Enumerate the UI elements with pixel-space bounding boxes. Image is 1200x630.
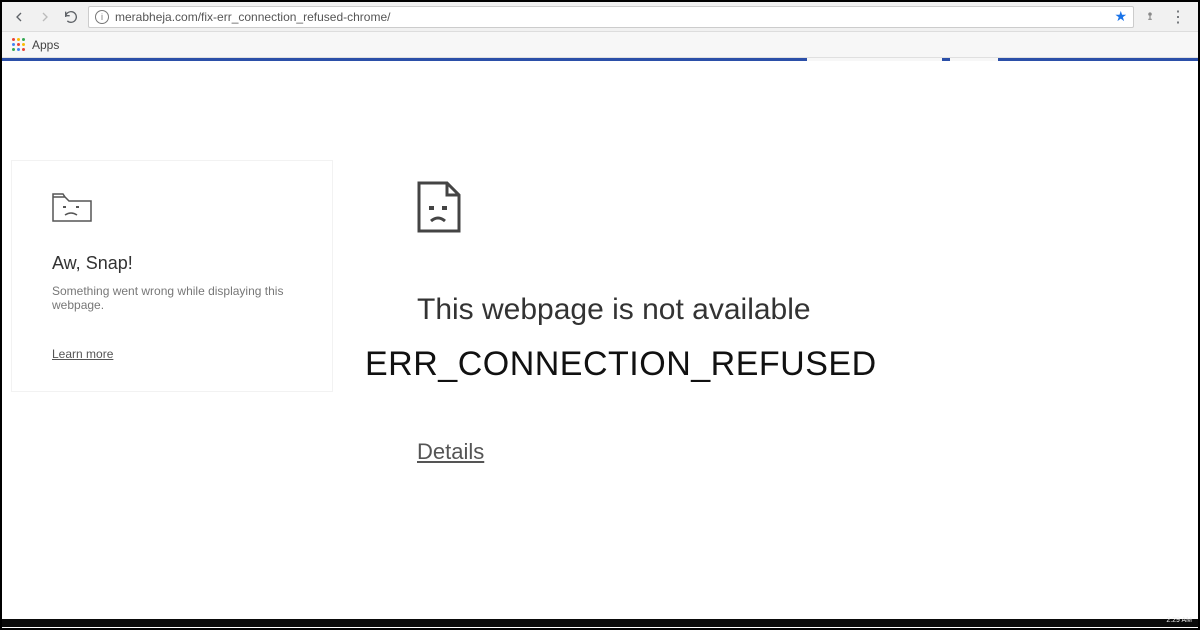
forward-button[interactable] [36,8,54,26]
apps-icon[interactable] [12,38,26,52]
error-heading: This webpage is not available [417,293,1117,327]
main-error-panel: This webpage is not available ERR_CONNEC… [417,181,1117,465]
aw-snap-title: Aw, Snap! [52,253,292,274]
error-code: ERR_CONNECTION_REFUSED [365,345,1117,384]
windows-taskbar[interactable]: 2:29 AM [2,619,1198,627]
browser-toolbar: i merabheja.com/fix-err_connection_refus… [2,2,1198,32]
address-bar[interactable]: i merabheja.com/fix-err_connection_refus… [88,6,1134,28]
extension-icon[interactable] [1142,9,1158,25]
aw-snap-card: Aw, Snap! Something went wrong while dis… [12,161,332,391]
url-text: merabheja.com/fix-err_connection_refused… [115,10,1108,24]
page-content: Aw, Snap! Something went wrong while dis… [2,61,1198,627]
learn-more-link[interactable]: Learn more [52,347,292,361]
aw-snap-subtitle: Something went wrong while displaying th… [52,284,292,312]
chrome-menu-icon[interactable]: ⋮ [1166,7,1190,27]
reload-button[interactable] [62,8,80,26]
back-button[interactable] [10,8,28,26]
apps-label[interactable]: Apps [32,38,59,52]
sad-folder-icon [52,191,92,223]
site-info-icon[interactable]: i [95,10,109,24]
details-link[interactable]: Details [417,439,1117,465]
sad-document-icon [417,181,461,233]
taskbar-clock: 2:29 AM [1166,617,1192,624]
bookmark-star-icon[interactable]: ★ [1114,8,1127,25]
bookmarks-bar: Apps [2,32,1198,58]
